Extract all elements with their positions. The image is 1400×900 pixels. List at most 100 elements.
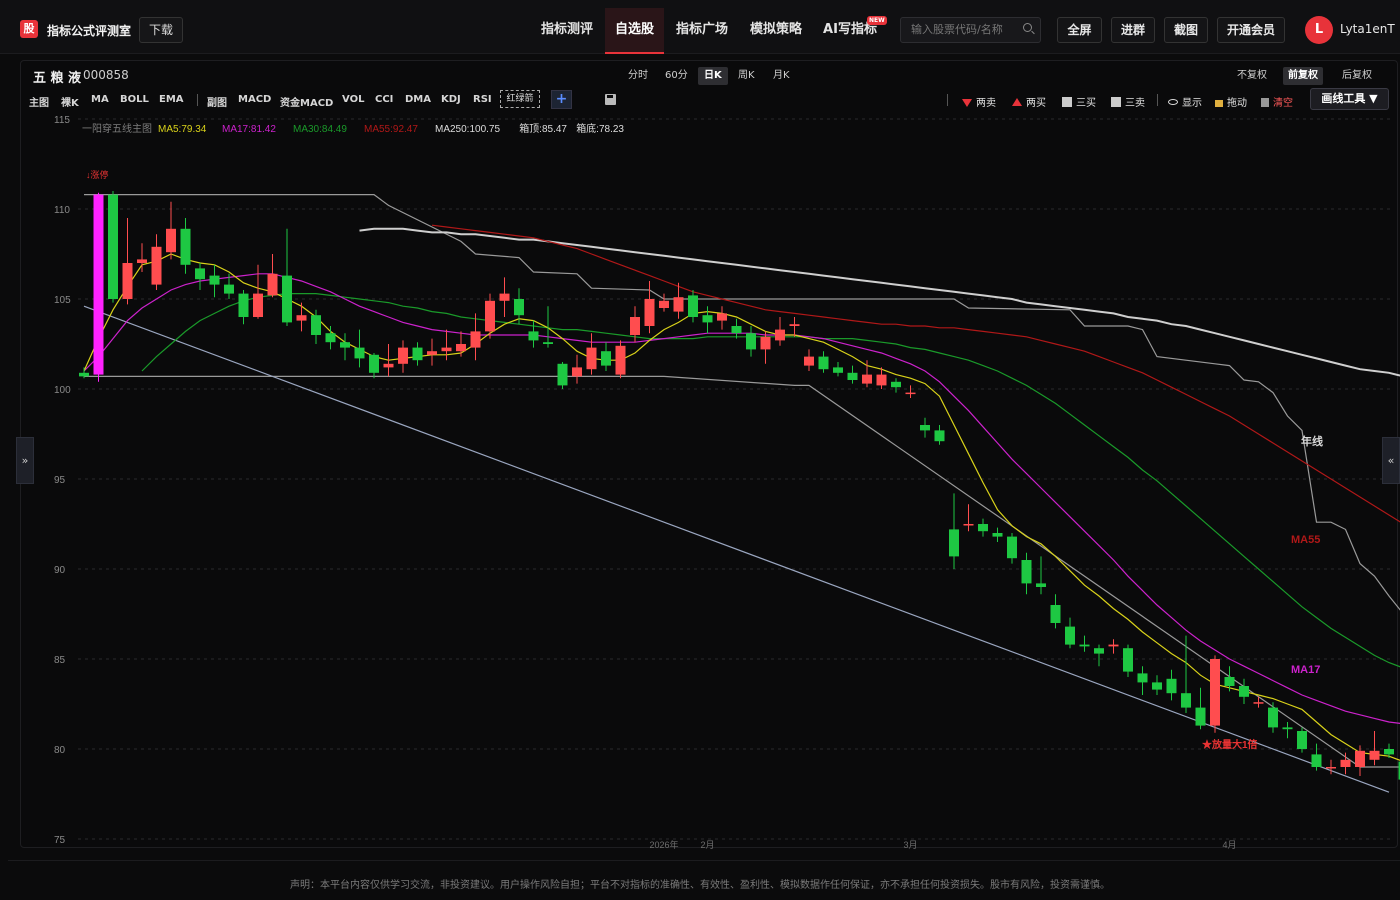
legend-entry: MA250:100.75: [435, 124, 500, 135]
candle-body: [630, 317, 640, 335]
candle-body: [1239, 686, 1249, 697]
candle-body: [1007, 536, 1017, 559]
expand-right-button[interactable]: «: [1382, 437, 1400, 484]
x-tick-label: 2月: [700, 840, 714, 850]
y-tick-label: 95: [54, 475, 66, 486]
disclaimer: 声明：本平台内容仅供学习交流，非投资建议。用户操作风险自担；平台不对指标的准确性…: [290, 880, 1110, 891]
candle-body: [282, 275, 292, 323]
ma17-line: [83, 273, 1400, 724]
candle-body: [775, 329, 785, 341]
candle-body: [673, 297, 684, 312]
candle-body: [1340, 759, 1351, 767]
chart-title: 一阳穿五线主图: [82, 122, 152, 135]
candle-body: [833, 367, 843, 373]
candle-body: [108, 194, 118, 299]
candle-body: [166, 228, 176, 253]
candle-body: [209, 275, 220, 285]
candle-body: [746, 333, 756, 350]
candle-body: [180, 228, 191, 265]
y-tick-label: 115: [54, 115, 70, 126]
candle-body: [818, 356, 829, 370]
candle-body: [398, 347, 408, 364]
candle-body: [1297, 731, 1307, 749]
candle-body: [1137, 673, 1148, 683]
candle-body: [238, 293, 249, 317]
candle-body: [1036, 583, 1046, 587]
divider: [8, 860, 1400, 861]
candle-body: [934, 430, 945, 442]
candle-body: [1253, 702, 1264, 704]
candle-body: [1108, 644, 1119, 647]
candle-body: [1384, 749, 1394, 755]
candle-body: [325, 333, 336, 343]
candle-body: [949, 529, 959, 557]
candle-body: [1166, 678, 1177, 694]
candle-body: [1311, 754, 1322, 767]
x-tick-label: 2026年: [649, 839, 678, 850]
ma30-line: [141, 293, 1400, 668]
candle-body: [905, 392, 916, 395]
candle-body: [1195, 707, 1206, 726]
candle-body: [717, 313, 727, 321]
candle-body: [1181, 693, 1191, 708]
y-tick-label: 105: [54, 295, 71, 306]
candle-body: [804, 356, 814, 366]
expand-left-button[interactable]: »: [16, 437, 34, 484]
candle-body: [731, 326, 742, 334]
candle-body: [296, 315, 307, 321]
y-tick-label: 110: [54, 205, 70, 216]
candle-body: [195, 268, 205, 280]
candle-body: [1224, 677, 1235, 686]
candle-body: [1355, 750, 1365, 767]
candle-body: [572, 367, 582, 377]
candle-body: [224, 284, 234, 294]
legend-entry: MA55:92.47: [364, 124, 418, 135]
candle-body: [688, 295, 698, 317]
candle-body: [1065, 626, 1075, 645]
candle-body: [151, 246, 162, 285]
candle-body: [543, 342, 553, 344]
candle-body: [702, 315, 713, 323]
candle-body: [891, 381, 901, 388]
candle-body: [1079, 644, 1090, 647]
y-tick-label: 75: [54, 835, 66, 846]
candle-body: [267, 273, 278, 296]
candle-body: [1021, 560, 1032, 584]
trend-line: [83, 305, 1390, 793]
candle-body: [963, 524, 974, 526]
candle-body: [137, 259, 147, 263]
candle-body: [470, 331, 481, 348]
volume-surge-annotation: ★放量大1倍: [1202, 738, 1258, 751]
candle-body: [847, 372, 858, 380]
y-tick-label: 85: [54, 655, 66, 666]
candle-body: [615, 345, 626, 375]
candle-body: [1282, 727, 1293, 730]
candle-body: [412, 347, 423, 361]
candlestick-chart[interactable]: 75 80 85 90 95 100 105 110 115 2026年 2月 3月 4月 一阳穿五线主图…: [0, 0, 1400, 900]
y-tick-label: 80: [54, 745, 66, 756]
candle-body: [601, 351, 611, 366]
candle-body: [427, 351, 437, 355]
legend-entry: MA17:81.42: [222, 124, 276, 135]
candle-body: [1152, 682, 1162, 690]
candle-body: [586, 347, 597, 370]
candle-body: [557, 363, 568, 386]
legend-entry: 箱顶:85.47: [519, 122, 567, 135]
candle-body: [369, 354, 379, 373]
candle-body: [1210, 659, 1220, 726]
y-tick-label: 100: [54, 385, 71, 396]
legend-entry: 箱底:78.23: [576, 122, 624, 135]
box-top-line: [84, 194, 1400, 611]
candle-body: [876, 374, 887, 386]
candle-body: [122, 263, 133, 299]
candle-body: [978, 524, 988, 532]
candle-body: [485, 300, 495, 332]
ma17-label: MA17: [1291, 664, 1320, 676]
candle-body: [499, 293, 510, 301]
candle-body: [383, 363, 394, 368]
candle-body: [789, 324, 800, 326]
candle-body: [1123, 648, 1133, 672]
candle-body: [644, 299, 655, 326]
candle-body: [1326, 767, 1336, 769]
candle-body: [1050, 605, 1061, 623]
